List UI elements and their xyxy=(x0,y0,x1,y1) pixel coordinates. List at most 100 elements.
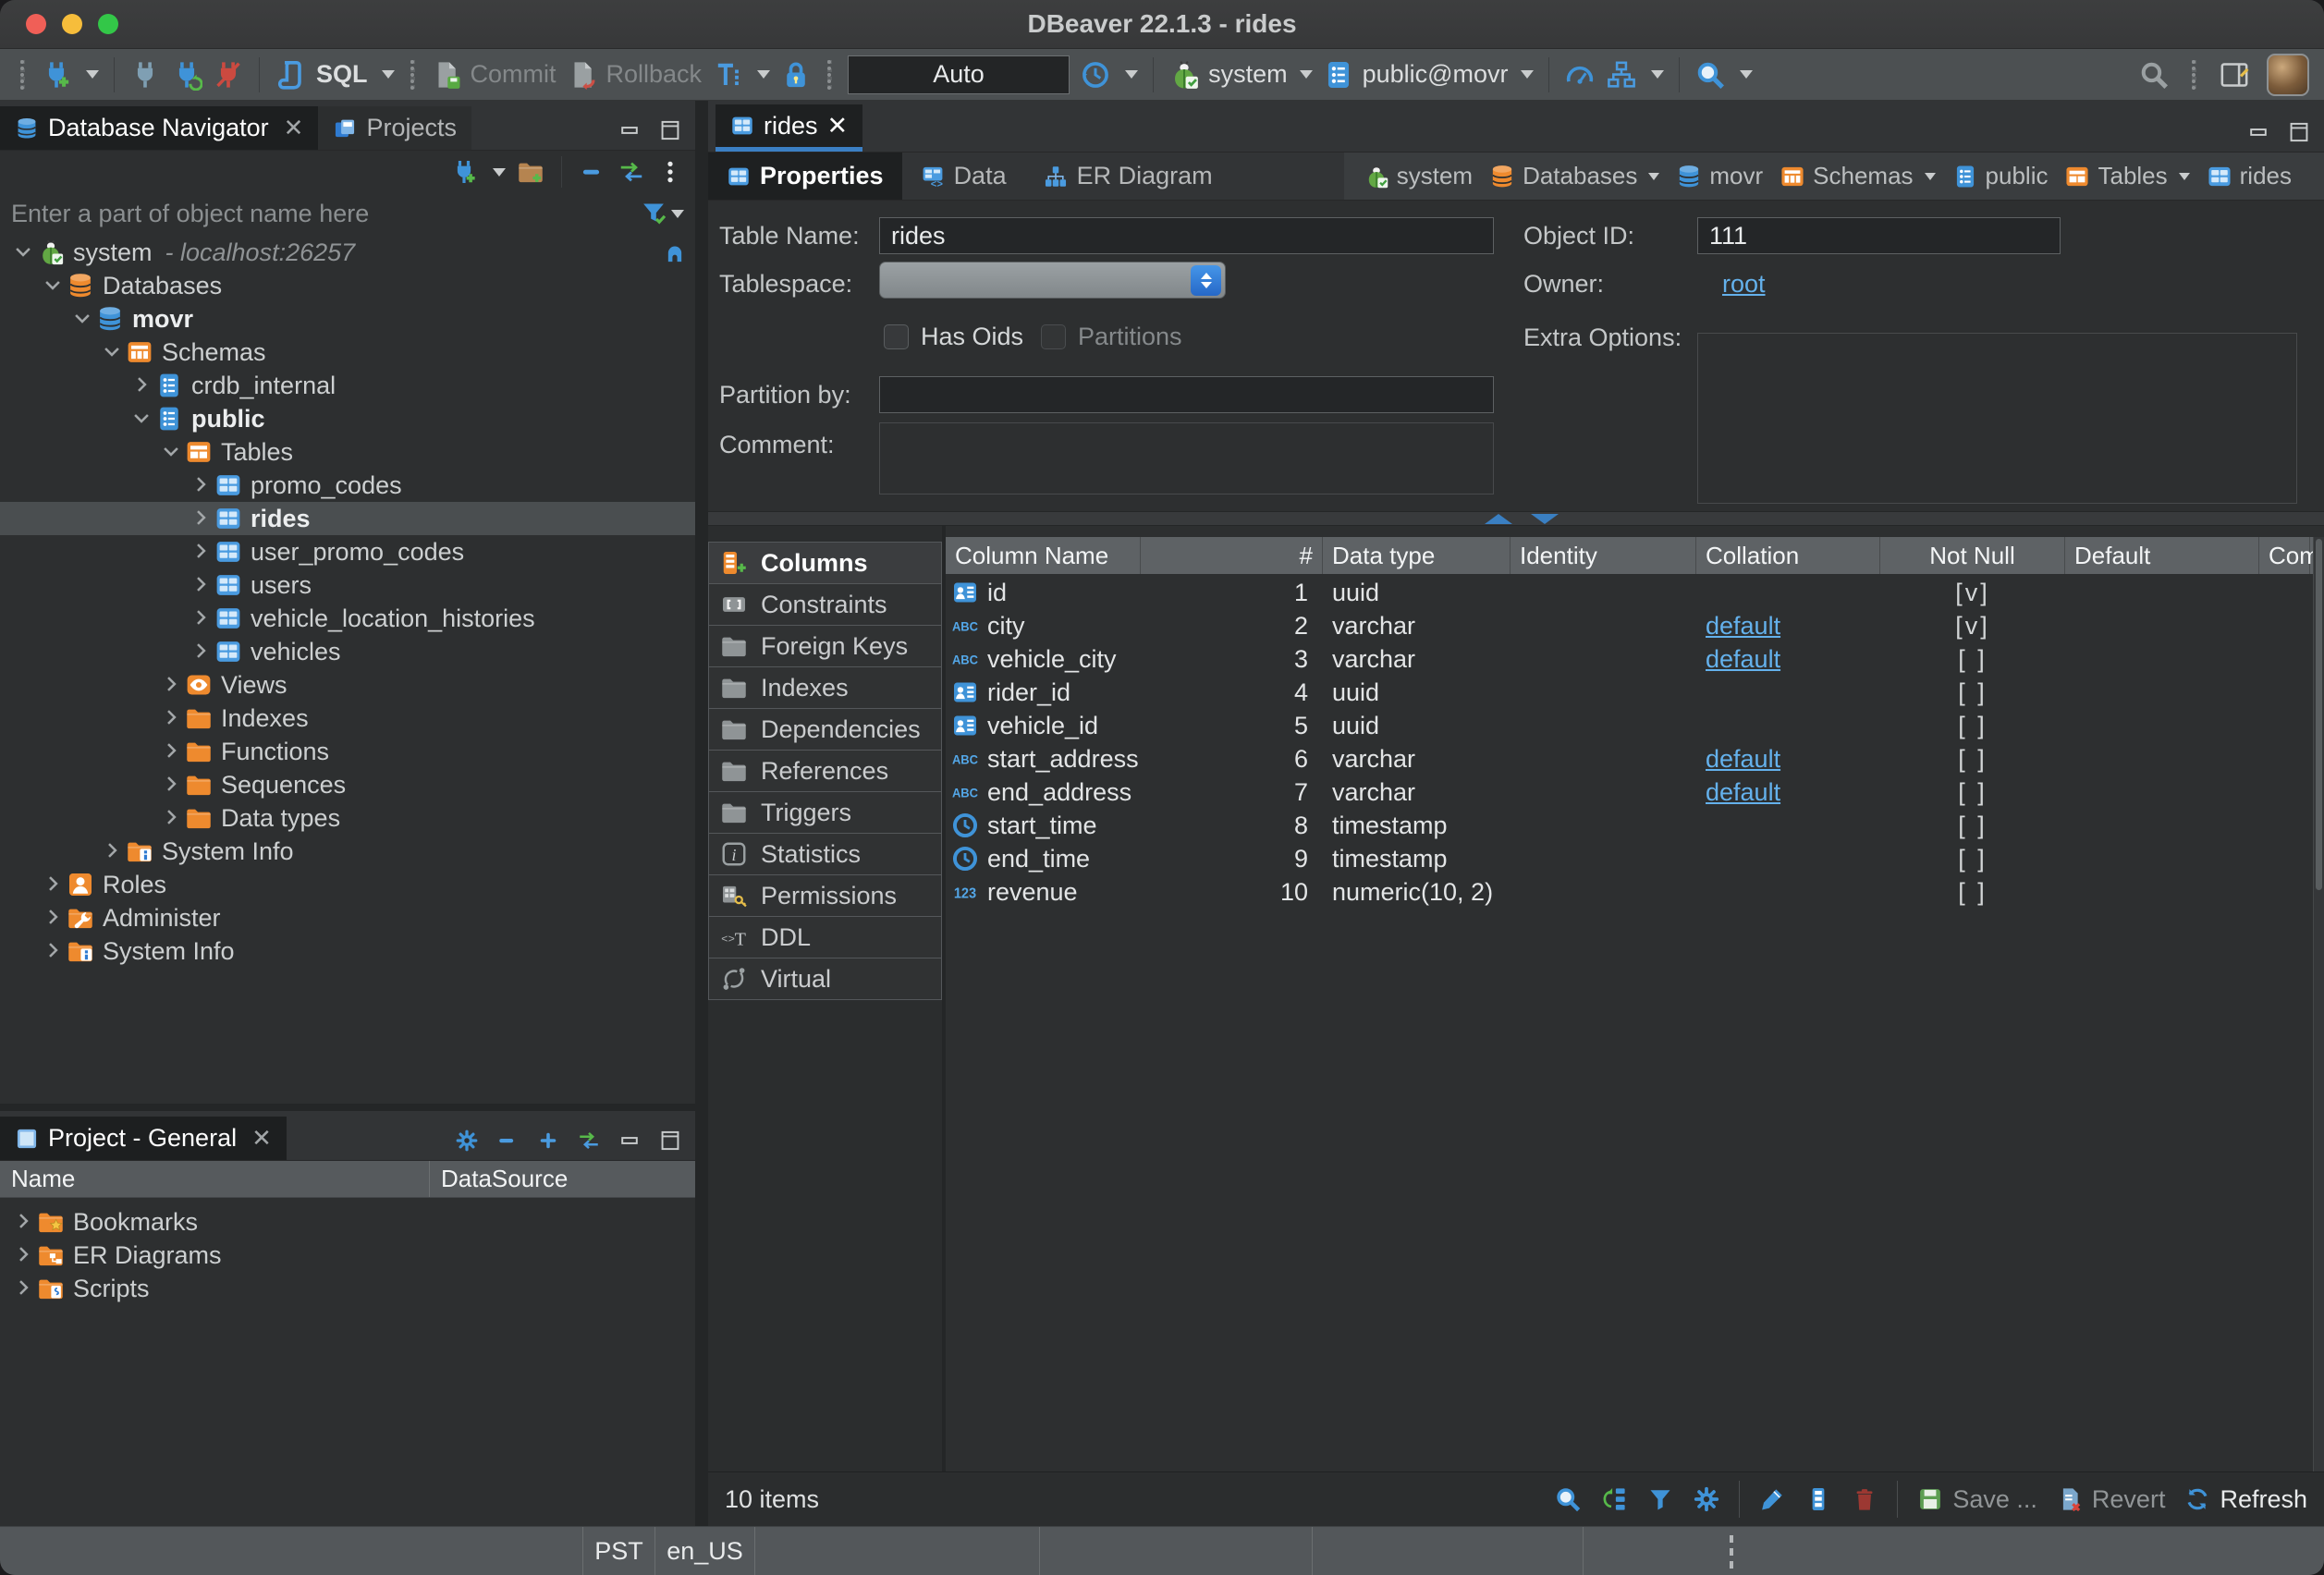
refresh-button[interactable]: Refresh xyxy=(2183,1485,2307,1514)
close-icon[interactable]: ✕ xyxy=(251,1124,272,1153)
chevron-right-icon[interactable] xyxy=(39,906,67,930)
extra-options-textarea[interactable] xyxy=(1697,333,2297,504)
transaction-log-icon[interactable] xyxy=(1080,59,1111,91)
grid-row-end-time[interactable]: end_time9timestamp[ ] xyxy=(946,842,2313,875)
breadcrumb-item-tables[interactable]: Tables xyxy=(2056,162,2197,190)
link-with-editor-icon[interactable] xyxy=(577,1129,601,1153)
chevron-right-icon[interactable] xyxy=(187,640,214,664)
gear-icon[interactable] xyxy=(455,1129,479,1153)
save-button[interactable]: Save ... xyxy=(1916,1485,2037,1514)
expand-up-icon[interactable] xyxy=(1485,514,1512,524)
link-with-editor-icon[interactable] xyxy=(618,158,645,186)
sync-columns-icon[interactable] xyxy=(1600,1485,1628,1513)
tree-item-users[interactable]: users xyxy=(0,568,695,602)
breadcrumb-item-system[interactable]: system xyxy=(1355,162,1481,190)
has-oids-checkbox[interactable]: Has Oids xyxy=(884,321,1023,352)
chevron-right-icon[interactable] xyxy=(187,540,214,564)
user-avatar[interactable] xyxy=(2267,54,2309,96)
connect-icon[interactable] xyxy=(129,59,161,91)
section-tab-triggers[interactable]: Triggers xyxy=(708,791,942,834)
tree-item-schemas[interactable]: Schemas xyxy=(0,336,695,369)
collapse-down-icon[interactable] xyxy=(1531,514,1559,524)
collation-link[interactable]: default xyxy=(1706,645,1780,674)
collapse-all-icon[interactable] xyxy=(495,1129,520,1153)
grid-row-rider-id[interactable]: rider_id4uuid[ ] xyxy=(946,676,2313,709)
history-dropdown-icon[interactable] xyxy=(1125,70,1138,79)
chevron-right-icon[interactable] xyxy=(9,1276,37,1300)
chevron-right-icon[interactable] xyxy=(39,873,67,897)
breadcrumb-item-public[interactable]: public xyxy=(1944,162,2057,190)
partitions-checkbox[interactable]: Partitions xyxy=(1041,321,1182,352)
filter-icon[interactable] xyxy=(640,200,667,227)
tree-item-views[interactable]: Views xyxy=(0,668,695,702)
commit-mode-combo[interactable]: Auto xyxy=(848,55,1070,94)
chevron-down-icon[interactable] xyxy=(2179,173,2190,180)
chevron-right-icon[interactable] xyxy=(9,1210,37,1234)
tree-item-sequences[interactable]: Sequences xyxy=(0,768,695,801)
tree-item-indexes[interactable]: Indexes xyxy=(0,702,695,735)
sql-editor-icon[interactable] xyxy=(275,59,306,91)
sql-dropdown-icon[interactable] xyxy=(382,70,395,79)
chevron-right-icon[interactable] xyxy=(157,673,185,697)
toolbar-drag-handle[interactable] xyxy=(827,60,832,90)
breadcrumb-item-rides[interactable]: rides xyxy=(2198,162,2300,190)
grid-header-collation[interactable]: Collation xyxy=(1696,537,1880,574)
chevron-down-icon[interactable] xyxy=(9,240,37,264)
project-item-er-diagrams[interactable]: ER Diagrams xyxy=(0,1239,695,1272)
chevron-right-icon[interactable] xyxy=(9,1243,37,1267)
section-tab-ddl[interactable]: <>TDDL xyxy=(708,916,942,958)
grid-header-not-null[interactable]: Not Null xyxy=(1880,537,2065,574)
sql-editor-button[interactable]: SQL xyxy=(316,60,368,89)
toolbar-drag-handle[interactable] xyxy=(410,60,415,90)
tree-item-system-info[interactable]: System Info xyxy=(0,934,695,968)
chevron-right-icon[interactable] xyxy=(187,473,214,497)
disconnect-icon[interactable] xyxy=(213,59,244,91)
tree-item-system-info[interactable]: System Info xyxy=(0,835,695,868)
minimize-window-button[interactable] xyxy=(62,14,82,34)
chevron-right-icon[interactable] xyxy=(157,773,185,797)
add-column-icon[interactable] xyxy=(1804,1485,1832,1513)
section-tab-virtual[interactable]: Virtual xyxy=(708,958,942,1000)
compare-objects-icon[interactable] xyxy=(1606,59,1637,91)
grid-header-[interactable]: # xyxy=(1141,537,1323,574)
transaction-dropdown-icon[interactable] xyxy=(757,70,770,79)
new-connection-dropdown-icon[interactable] xyxy=(86,70,99,79)
tree-item-system[interactable]: system- localhost:26257 xyxy=(0,236,695,269)
grid-search-icon[interactable] xyxy=(1554,1485,1582,1513)
quick-access-search-icon[interactable] xyxy=(2138,59,2170,91)
section-tab-references[interactable]: References xyxy=(708,750,942,792)
chevron-down-icon[interactable] xyxy=(1648,173,1659,180)
grid-scrollbar[interactable] xyxy=(2313,537,2324,1471)
breadcrumb-item-movr[interactable]: movr xyxy=(1668,162,1771,190)
new-connection-icon[interactable] xyxy=(450,158,478,186)
chevron-right-icon[interactable] xyxy=(187,606,214,630)
search-objects-icon[interactable] xyxy=(1694,59,1726,91)
grid-header-data-type[interactable]: Data type xyxy=(1323,537,1511,574)
reconnect-icon[interactable] xyxy=(171,59,202,91)
rollback-button[interactable]: Rollback xyxy=(567,59,703,91)
tree-item-functions[interactable]: Functions xyxy=(0,735,695,768)
object-id-input[interactable] xyxy=(1697,217,2061,254)
delete-column-icon[interactable] xyxy=(1851,1485,1878,1513)
tree-item-roles[interactable]: Roles xyxy=(0,868,695,901)
active-connection-selector[interactable]: system xyxy=(1168,59,1313,91)
expand-all-icon[interactable] xyxy=(536,1129,560,1153)
tree-item-public[interactable]: public xyxy=(0,402,695,435)
grid-header-default[interactable]: Default xyxy=(2065,537,2259,574)
minimize-panel-icon[interactable] xyxy=(618,118,642,142)
tree-item-movr[interactable]: movr xyxy=(0,302,695,336)
chevron-right-icon[interactable] xyxy=(128,373,155,397)
chevron-right-icon[interactable] xyxy=(187,573,214,597)
grid-header-column-name[interactable]: Column Name xyxy=(946,537,1141,574)
grid-row-vehicle-id[interactable]: vehicle_id5uuid[ ] xyxy=(946,709,2313,742)
toolbar-drag-handle[interactable] xyxy=(20,60,25,90)
maximize-editor-icon[interactable] xyxy=(2287,120,2311,144)
table-name-input[interactable] xyxy=(879,217,1494,254)
collation-link[interactable]: default xyxy=(1706,778,1780,807)
section-tab-indexes[interactable]: Indexes xyxy=(708,666,942,709)
revert-button[interactable]: Revert xyxy=(2056,1485,2166,1514)
subtab-properties[interactable]: Properties xyxy=(708,153,902,200)
project-item-bookmarks[interactable]: Bookmarks xyxy=(0,1205,695,1239)
view-menu-icon[interactable] xyxy=(656,158,684,186)
new-connection-icon[interactable] xyxy=(41,59,72,91)
